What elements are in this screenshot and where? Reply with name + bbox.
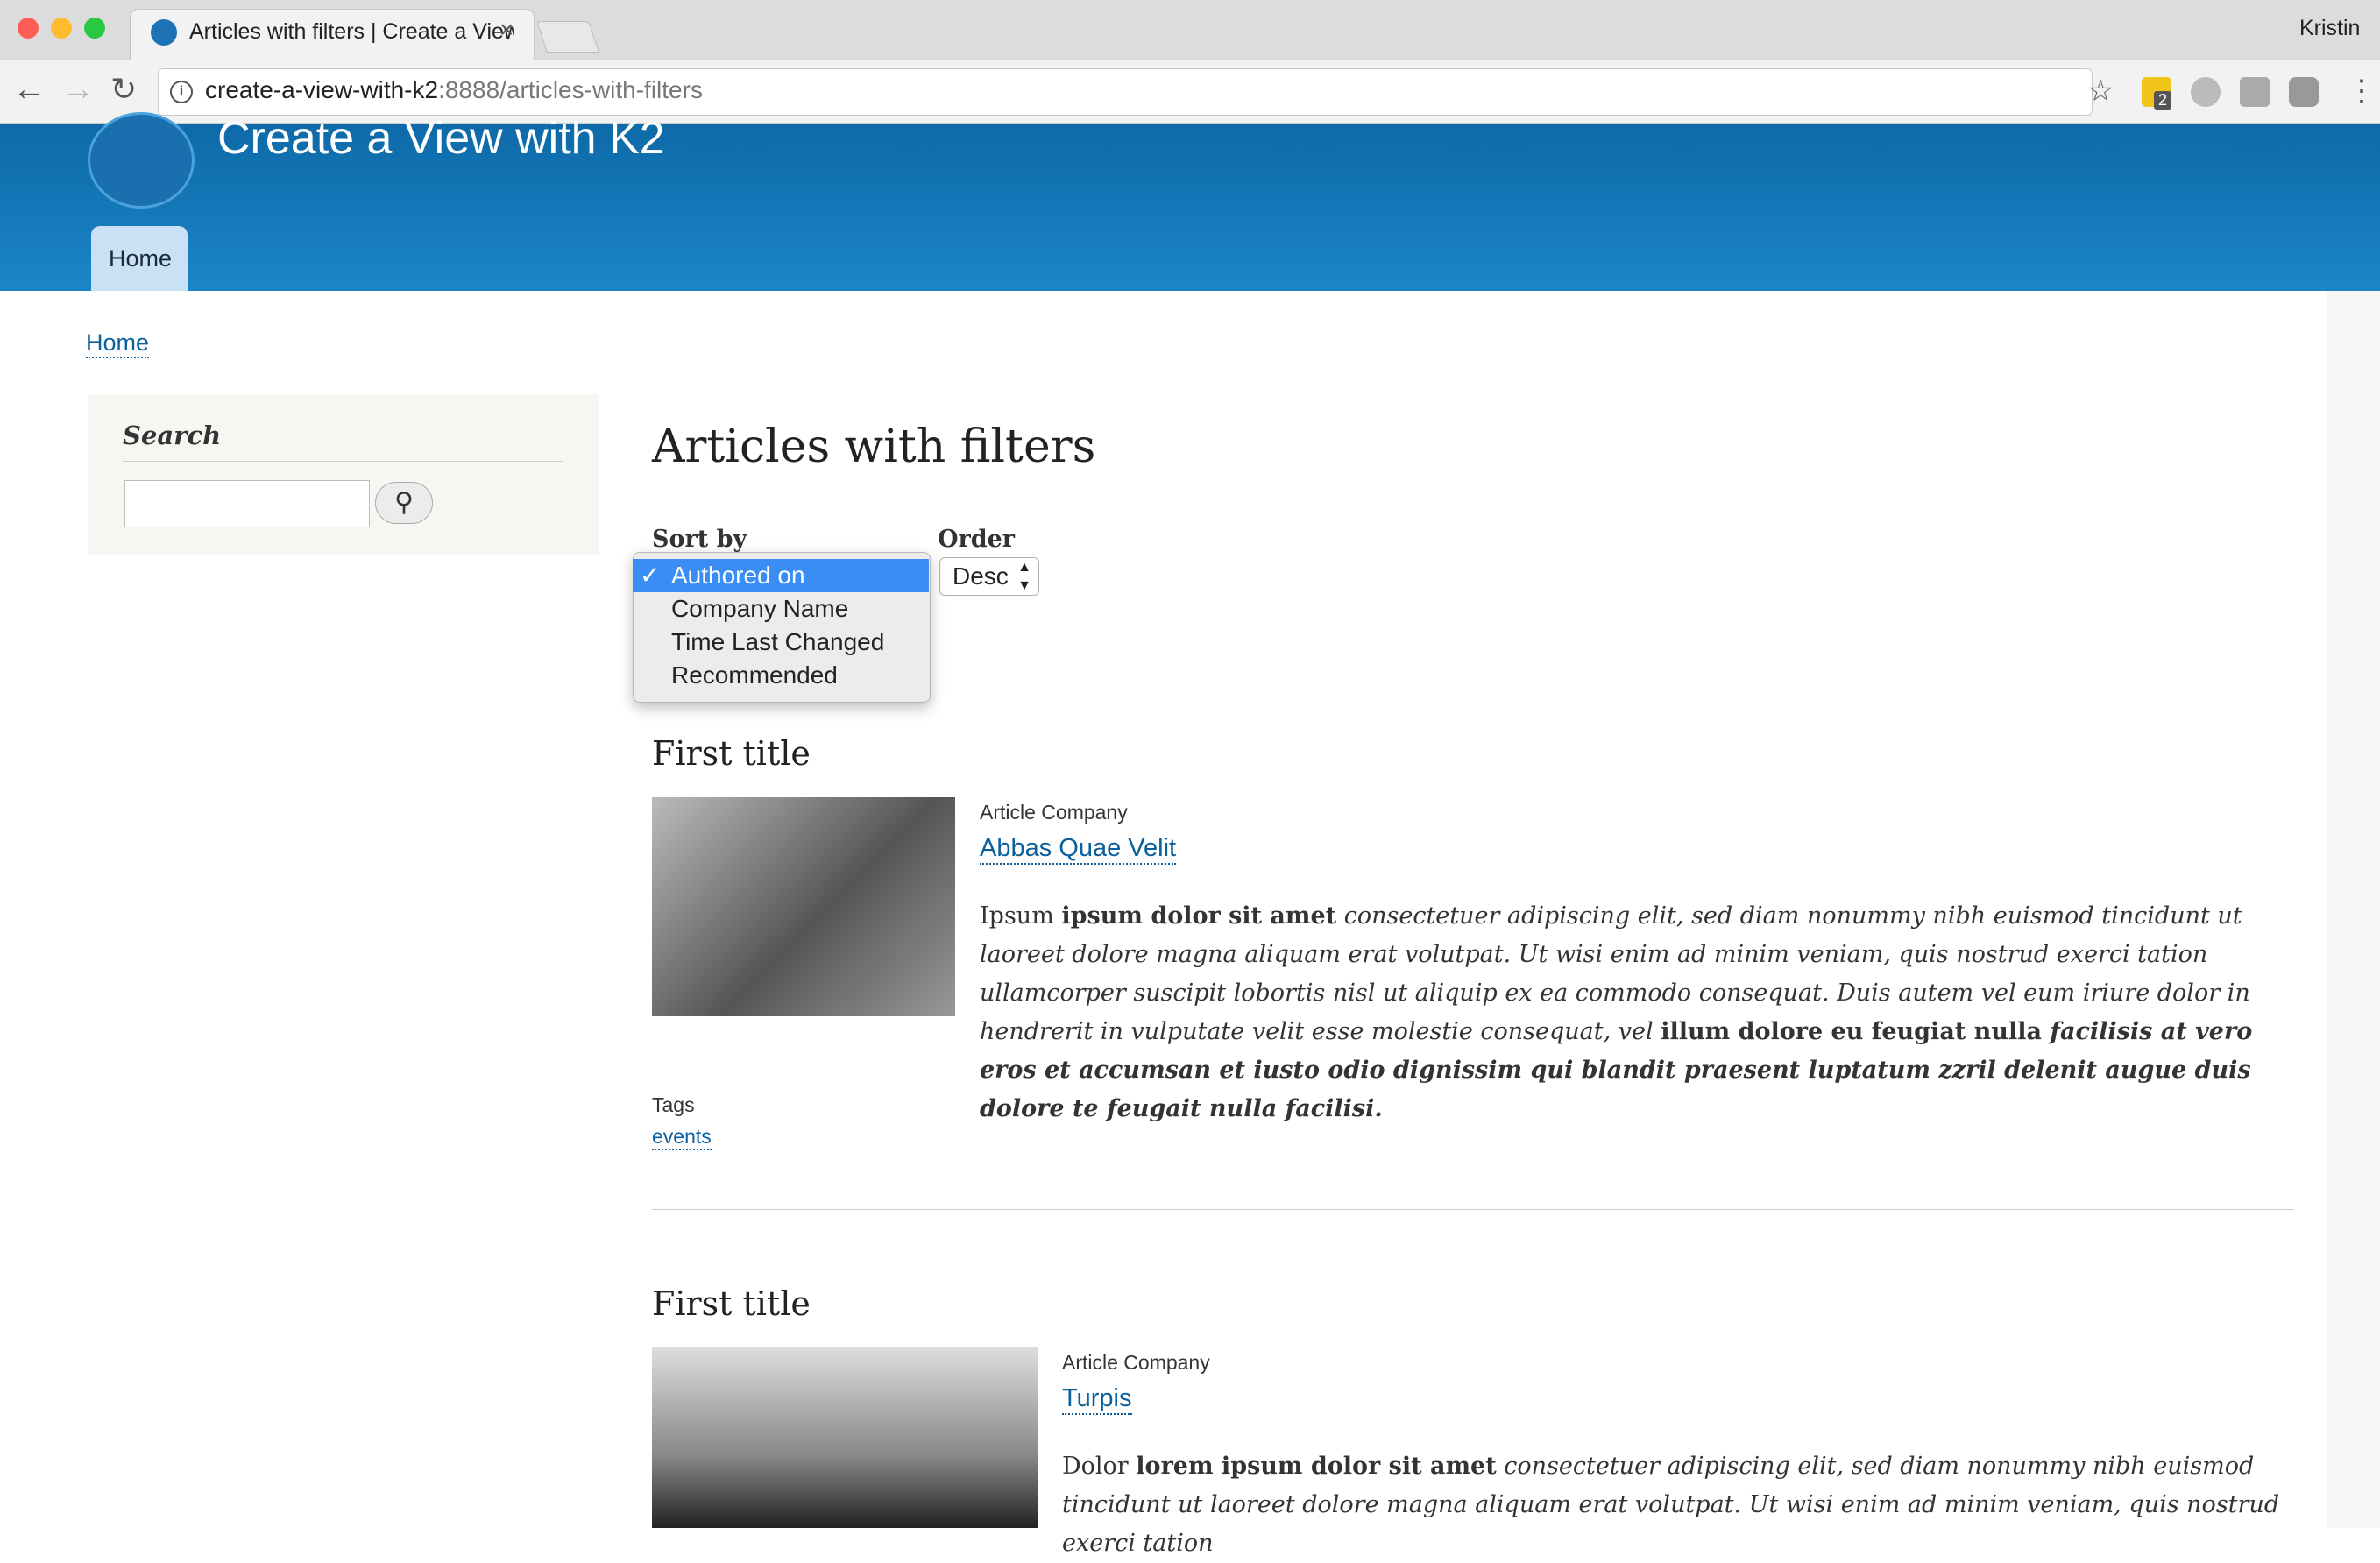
nav-home-label: Home <box>109 245 173 272</box>
new-tab-button[interactable] <box>536 21 599 53</box>
sort-option-company-name[interactable]: Company Name <box>633 592 929 626</box>
sort-by-label: Sort by <box>652 526 747 553</box>
article-company-label: Article Company <box>980 801 1128 824</box>
check-icon: ✓ <box>640 562 661 589</box>
article-company-link[interactable]: Turpis <box>1062 1384 1132 1415</box>
extension-g-icon[interactable] <box>2240 77 2270 107</box>
search-input[interactable] <box>124 480 370 527</box>
breadcrumb-home[interactable]: Home <box>86 329 150 358</box>
article-body: Ipsum ipsum dolor sit amet consectetuer … <box>980 902 2253 1122</box>
extension-badge: 2 <box>2154 91 2172 110</box>
nav-home-tab[interactable]: Home <box>91 226 188 291</box>
info-icon[interactable]: i <box>170 81 193 103</box>
article-image[interactable] <box>652 1347 1038 1528</box>
url-text[interactable]: create-a-view-with-k2:8888/articles-with… <box>205 76 703 104</box>
tag-link[interactable]: events <box>652 1125 712 1150</box>
article-title[interactable]: First title <box>652 734 811 773</box>
search-divider <box>123 461 563 462</box>
sort-option-time-last-changed[interactable]: Time Last Changed <box>633 626 929 659</box>
order-label: Order <box>938 526 1016 553</box>
article-body: Dolor lorem ipsum dolor sit amet consect… <box>1062 1453 2280 1557</box>
reload-icon[interactable]: ↻ <box>110 72 137 107</box>
drupal-favicon-icon <box>151 19 177 46</box>
tab-title: Articles with filters | Create a View wi… <box>189 19 514 44</box>
extension-cloud-icon[interactable] <box>2191 77 2221 107</box>
order-value: Desc <box>953 562 1009 590</box>
bookmark-star-icon[interactable]: ☆ <box>2087 74 2114 109</box>
maximize-window-button[interactable] <box>84 18 105 39</box>
page-title: Articles with filters <box>652 421 1096 473</box>
forward-icon[interactable]: → <box>61 72 95 107</box>
search-title: Search <box>123 421 222 450</box>
select-arrows-icon: ▲ ▼ <box>1017 560 1031 593</box>
camera-icon[interactable] <box>2289 77 2319 107</box>
search-icon: ⚲ <box>394 488 414 517</box>
close-window-button[interactable] <box>18 18 39 39</box>
minimize-window-button[interactable] <box>51 18 72 39</box>
site-name[interactable]: Create a View with K2 <box>217 112 665 165</box>
order-select[interactable]: Desc ▲ ▼ <box>939 557 1039 596</box>
sort-option-recommended[interactable]: Recommended <box>633 659 929 692</box>
back-icon[interactable]: ← <box>12 72 46 107</box>
tab-close-icon[interactable]: × <box>499 16 514 44</box>
page-edge-shade <box>2327 291 2380 1528</box>
article-title[interactable]: First title <box>652 1284 811 1323</box>
tags-label: Tags <box>652 1093 695 1116</box>
search-block <box>88 394 599 555</box>
search-button[interactable]: ⚲ <box>375 482 433 524</box>
drupal-logo-icon[interactable] <box>88 112 195 209</box>
article-company-label: Article Company <box>1062 1351 1210 1374</box>
menu-dots-icon[interactable]: ⋮ <box>2347 74 2376 109</box>
article-divider <box>652 1209 2294 1210</box>
article-image[interactable] <box>652 797 955 1016</box>
profile-name[interactable]: Kristin <box>2299 16 2360 41</box>
article-company-link[interactable]: Abbas Quae Velit <box>980 834 1177 865</box>
sort-option-authored-on[interactable]: ✓ Authored on <box>633 559 929 592</box>
